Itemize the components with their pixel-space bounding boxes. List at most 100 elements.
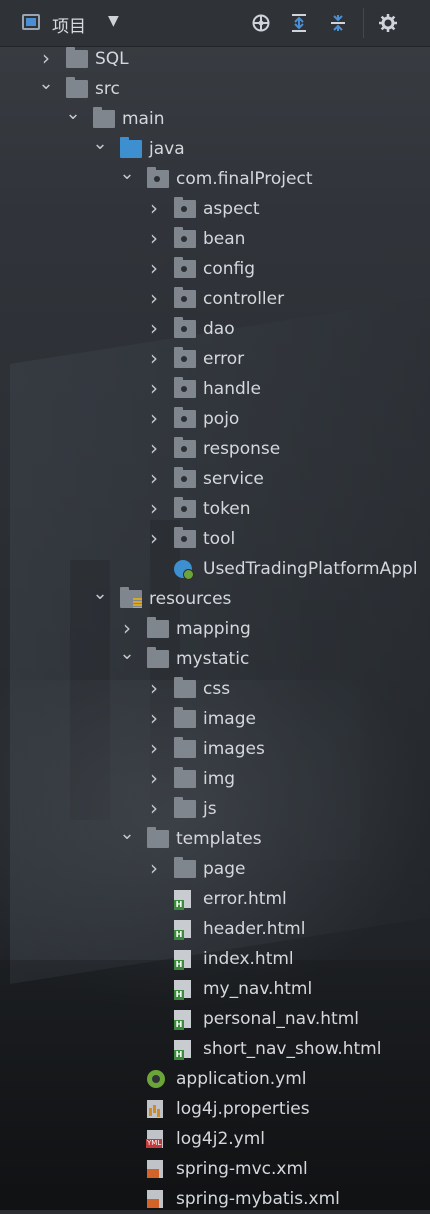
chevron-right-icon[interactable]: › bbox=[146, 437, 162, 459]
tree-row[interactable]: › dao bbox=[0, 314, 430, 344]
chevron-right-icon[interactable]: › bbox=[146, 707, 162, 729]
tree-row[interactable]: › js bbox=[0, 794, 430, 824]
tree-row[interactable]: › service bbox=[0, 464, 430, 494]
tree-item-label: log4j2.yml bbox=[176, 1129, 266, 1149]
tree-item-label: css bbox=[203, 679, 231, 699]
tree-row[interactable]: › aspect bbox=[0, 194, 430, 224]
tree-row[interactable]: › css bbox=[0, 674, 430, 704]
properties-file-icon bbox=[147, 1100, 163, 1118]
tree-row[interactable]: › tool bbox=[0, 524, 430, 554]
chevron-right-icon[interactable]: › bbox=[146, 227, 162, 249]
tree-item-label: error.html bbox=[203, 889, 287, 909]
chevron-down-icon[interactable]: ⌄ bbox=[92, 583, 108, 605]
tree-row[interactable]: › handle bbox=[0, 374, 430, 404]
chevron-right-icon[interactable]: › bbox=[146, 407, 162, 429]
chevron-right-icon[interactable]: › bbox=[146, 467, 162, 489]
tree-row[interactable]: › pojo bbox=[0, 404, 430, 434]
locate-icon[interactable] bbox=[249, 11, 273, 35]
chevron-right-icon[interactable]: › bbox=[146, 257, 162, 279]
tree-item-label: token bbox=[203, 499, 251, 519]
tree-row[interactable]: my_nav.html bbox=[0, 974, 430, 1004]
tree-item-label: images bbox=[203, 739, 265, 759]
tree-row[interactable]: › img bbox=[0, 764, 430, 794]
tree-item-label: main bbox=[122, 109, 165, 129]
tree-row[interactable]: ⌄ src bbox=[0, 73, 430, 104]
chevron-down-icon[interactable]: ⌄ bbox=[119, 163, 135, 185]
tree-row[interactable]: header.html bbox=[0, 914, 430, 944]
tree-item-label: config bbox=[203, 259, 256, 279]
chevron-right-icon[interactable]: › bbox=[146, 527, 162, 549]
tree-row[interactable]: ⌄ templates bbox=[0, 823, 430, 854]
chevron-down-icon[interactable]: ⌄ bbox=[92, 133, 108, 155]
tree-row[interactable]: personal_nav.html bbox=[0, 1004, 430, 1034]
tree-item-label: pojo bbox=[203, 409, 240, 429]
tree-item-label: UsedTradingPlatformAppl bbox=[203, 559, 418, 579]
chevron-right-icon[interactable]: › bbox=[146, 347, 162, 369]
package-icon bbox=[174, 227, 196, 248]
chevron-right-icon[interactable]: › bbox=[146, 317, 162, 339]
chevron-right-icon[interactable]: › bbox=[146, 197, 162, 219]
chevron-right-icon[interactable]: › bbox=[146, 677, 162, 699]
tree-item-label: bean bbox=[203, 229, 246, 249]
tree-row[interactable]: spring-mvc.xml bbox=[0, 1154, 430, 1184]
tree-row[interactable]: application.yml bbox=[0, 1064, 430, 1094]
panel-title[interactable]: 项目 bbox=[52, 12, 86, 37]
tree-row[interactable]: error.html bbox=[0, 884, 430, 914]
tree-row[interactable]: › bean bbox=[0, 224, 430, 254]
tree-item-label: img bbox=[203, 769, 236, 789]
expand-all-icon[interactable] bbox=[287, 11, 311, 35]
tree-item-label: response bbox=[203, 439, 281, 459]
tree-row[interactable]: › image bbox=[0, 704, 430, 734]
chevron-right-icon[interactable]: › bbox=[146, 497, 162, 519]
tree-row[interactable]: log4j2.yml bbox=[0, 1124, 430, 1154]
tree-row[interactable]: ⌄ resources bbox=[0, 583, 430, 614]
gear-icon[interactable] bbox=[376, 11, 400, 35]
tree-row[interactable]: short_nav_show.html bbox=[0, 1034, 430, 1064]
tree-row[interactable]: › page bbox=[0, 854, 430, 884]
folder-icon bbox=[174, 707, 196, 728]
html-file-icon bbox=[174, 920, 191, 940]
package-icon bbox=[174, 317, 196, 338]
project-panel-icon[interactable] bbox=[22, 14, 40, 30]
folder-icon bbox=[174, 767, 196, 788]
chevron-down-icon[interactable]: ⌄ bbox=[65, 103, 81, 125]
tree-row[interactable]: › error bbox=[0, 344, 430, 374]
tree-row[interactable]: › images bbox=[0, 734, 430, 764]
tree-row[interactable]: › response bbox=[0, 434, 430, 464]
tree-row[interactable]: › SQL bbox=[0, 44, 430, 74]
tree-row[interactable]: log4j.properties bbox=[0, 1094, 430, 1124]
tree-item-label: java bbox=[149, 139, 185, 159]
chevron-down-icon[interactable]: ⌄ bbox=[119, 823, 135, 845]
tree-row[interactable]: › token bbox=[0, 494, 430, 524]
tree-row[interactable]: › mapping bbox=[0, 614, 430, 644]
chevron-down-icon[interactable]: ▼ bbox=[108, 13, 119, 29]
tree-row[interactable]: index.html bbox=[0, 944, 430, 974]
folder-icon bbox=[66, 77, 88, 98]
tree-row[interactable]: ⌄ com.finalProject bbox=[0, 163, 430, 194]
chevron-right-icon[interactable]: › bbox=[146, 737, 162, 759]
chevron-right-icon[interactable]: › bbox=[38, 47, 54, 69]
tree-item-label: controller bbox=[203, 289, 285, 309]
spring-class-icon bbox=[174, 560, 194, 580]
tree-row[interactable]: ⌄ main bbox=[0, 103, 430, 134]
collapse-all-icon[interactable] bbox=[326, 11, 350, 35]
chevron-right-icon[interactable]: › bbox=[146, 767, 162, 789]
folder-icon bbox=[174, 857, 196, 878]
tree-row[interactable]: › config bbox=[0, 254, 430, 284]
tree-row[interactable]: UsedTradingPlatformAppl bbox=[0, 554, 430, 584]
chevron-right-icon[interactable]: › bbox=[119, 617, 135, 639]
tree-item-label: mapping bbox=[176, 619, 251, 639]
folder-icon bbox=[147, 827, 169, 848]
tree-item-label: src bbox=[95, 79, 120, 99]
chevron-down-icon[interactable]: ⌄ bbox=[38, 73, 54, 95]
tree-row[interactable]: ⌄ mystatic bbox=[0, 643, 430, 674]
source-folder-icon bbox=[120, 137, 142, 158]
chevron-down-icon[interactable]: ⌄ bbox=[119, 643, 135, 665]
chevron-right-icon[interactable]: › bbox=[146, 797, 162, 819]
chevron-right-icon[interactable]: › bbox=[146, 377, 162, 399]
chevron-right-icon[interactable]: › bbox=[146, 287, 162, 309]
tree-row[interactable]: › controller bbox=[0, 284, 430, 314]
chevron-right-icon[interactable]: › bbox=[146, 857, 162, 879]
tree-item-label: js bbox=[203, 799, 217, 819]
tree-row[interactable]: ⌄ java bbox=[0, 133, 430, 164]
